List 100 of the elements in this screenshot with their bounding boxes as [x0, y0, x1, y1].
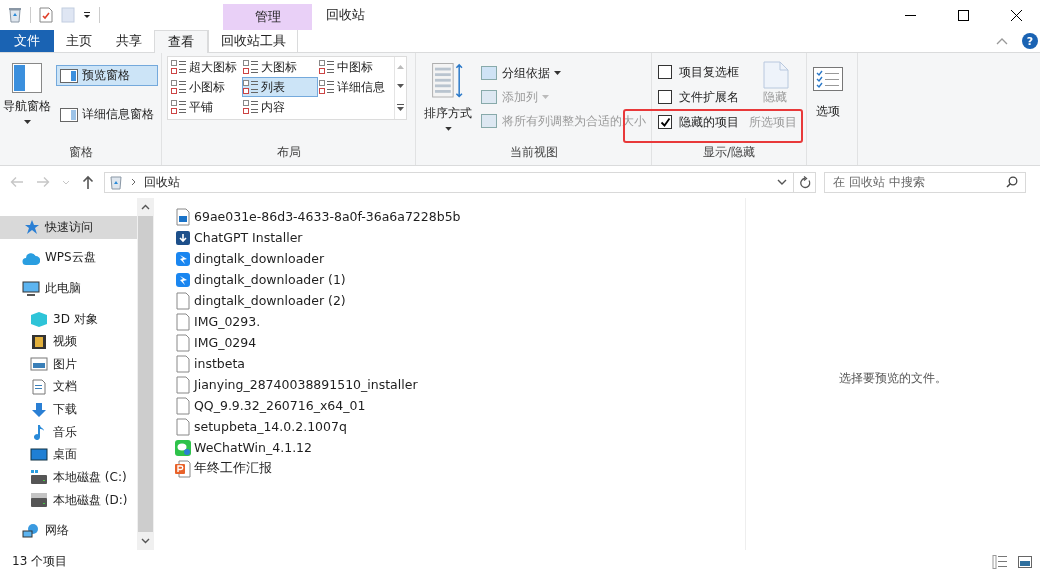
checkbox-option[interactable]: 隐藏的项目 [658, 111, 739, 133]
layout-option[interactable]: 中图标 [318, 57, 394, 77]
download-icon [30, 401, 48, 418]
layout-option[interactable]: 小图标 [170, 77, 242, 97]
layout-option[interactable]: 内容 [242, 97, 318, 117]
checkbox[interactable] [658, 90, 672, 104]
contextual-tab-header: 管理 [223, 4, 312, 30]
file-item[interactable]: Jianying_28740038891510_installer [175, 374, 745, 395]
ppt-icon [175, 459, 191, 478]
nav-item[interactable]: 视频 [0, 330, 137, 354]
file-item[interactable]: setupbeta_14.0.2.1007q [175, 416, 745, 437]
ribbon-tab[interactable]: 回收站工具 [208, 30, 298, 52]
nav-item[interactable]: 图片 [0, 353, 137, 376]
ribbon-tab[interactable]: 文件 [0, 30, 54, 52]
file-item[interactable]: dingtalk_downloader (1) [175, 269, 745, 290]
nav-item[interactable]: 此电脑 [0, 277, 137, 300]
refresh-button[interactable] [794, 171, 816, 193]
minimize-icon[interactable] [905, 14, 916, 16]
scroll-down-icon[interactable] [397, 84, 404, 89]
nav-item[interactable]: 本地磁盘 (D:) [0, 488, 137, 512]
scroll-up-icon[interactable] [141, 204, 150, 210]
blank-file-icon [175, 396, 191, 415]
file-item[interactable]: QQ_9.9.32_260716_x64_01 [175, 395, 745, 416]
sort-by-button[interactable]: 排序方式 [420, 61, 476, 133]
caret-icon [554, 71, 561, 75]
nav-item[interactable]: 文档 [0, 375, 137, 399]
file-item[interactable]: ChatGPT Installer [175, 227, 745, 248]
navigation-pane-icon [12, 63, 42, 93]
pane-icon [60, 68, 78, 83]
search-field[interactable]: 在 回收站 中搜索 [824, 171, 1026, 193]
scrollbar[interactable] [137, 198, 154, 550]
nav-item[interactable]: 音乐 [0, 420, 137, 444]
layout-option[interactable]: 详细信息 [318, 77, 394, 97]
options-button[interactable]: 选项 [807, 61, 849, 133]
nav-item[interactable]: WPS云盘 [0, 246, 137, 270]
layout-option[interactable]: 大图标 [242, 57, 318, 77]
file-item[interactable]: 年终工作汇报 [175, 458, 745, 479]
group-label: 窗格 [68, 143, 93, 161]
file-item[interactable]: dingtalk_downloader [175, 248, 745, 269]
layout-option[interactable]: 平铺 [170, 97, 242, 117]
chevron-icon [131, 178, 136, 186]
installer-icon [175, 228, 191, 247]
details-view-icon[interactable] [992, 554, 1008, 569]
details-pane-button[interactable]: 详细信息窗格 [56, 104, 158, 125]
preview-pane-button[interactable]: 预览窗格 [56, 65, 158, 86]
preview-message: 选择要预览的文件。 [839, 370, 947, 386]
blank-file-icon [175, 417, 191, 436]
nav-item[interactable]: 桌面 [0, 443, 137, 467]
file-item[interactable]: 69ae031e-86d3-4633-8a0f-36a6a7228b5b [175, 206, 745, 227]
address-bar[interactable]: 回收站 [104, 171, 794, 193]
hidden-file-icon [763, 61, 789, 89]
file-item[interactable]: instbeta [175, 353, 745, 374]
maximize-icon[interactable] [958, 9, 969, 21]
pane-icon [60, 107, 78, 122]
view-layout-icon [171, 100, 186, 114]
options-icon [813, 67, 843, 91]
close-icon[interactable] [1011, 9, 1022, 21]
file-item[interactable]: WeChatWin_4.1.12 [175, 437, 745, 458]
collapse-ribbon-icon[interactable] [996, 37, 1008, 45]
expand-gallery-icon[interactable] [397, 104, 404, 112]
layout-option[interactable]: 列表 [242, 77, 318, 97]
layout-option[interactable]: 超大图标 [170, 57, 242, 77]
properties-icon[interactable] [39, 7, 53, 23]
nav-item[interactable]: 下载 [0, 398, 137, 421]
group-label: 当前视图 [509, 143, 558, 161]
blank-file-icon [175, 354, 191, 373]
drive-icon [30, 492, 48, 508]
dropdown-caret-icon[interactable] [777, 179, 787, 185]
up-icon[interactable] [82, 175, 94, 189]
blank-file-icon [175, 312, 191, 331]
refresh-icon [798, 175, 811, 189]
desktop-icon [30, 446, 48, 463]
view-layout-icon [243, 60, 258, 74]
view-command[interactable]: 分组依据 [476, 62, 650, 84]
caret-icon [23, 120, 31, 124]
nav-item[interactable]: 网络 [0, 519, 137, 542]
ribbon-tab[interactable]: 查看 [154, 30, 208, 53]
view-layout-icon [171, 80, 186, 94]
film-icon [30, 333, 48, 350]
checkbox[interactable] [658, 65, 672, 79]
customize-caret-icon[interactable] [83, 11, 91, 19]
group-label: 布局 [276, 143, 301, 161]
item-count: 13 个项目 [12, 553, 68, 570]
large-icons-view-icon[interactable] [1018, 555, 1032, 568]
help-button[interactable]: ? [1022, 33, 1038, 49]
nav-item[interactable]: 本地磁盘 (C:) [0, 466, 137, 489]
caret-icon [444, 127, 452, 131]
file-item[interactable]: IMG_0293. [175, 311, 745, 332]
nav-item[interactable]: 3D 对象 [0, 307, 137, 331]
checkbox[interactable] [658, 115, 672, 129]
checkbox-option[interactable]: 文件扩展名 [658, 86, 739, 108]
navigation-pane-button[interactable]: 导航窗格 [0, 61, 54, 133]
file-item[interactable]: IMG_0294 [175, 332, 745, 353]
blank-file-icon [175, 291, 191, 310]
file-item[interactable]: dingtalk_downloader (2) [175, 290, 745, 311]
nav-item[interactable]: 快速访问 [0, 216, 137, 239]
scroll-down-icon[interactable] [141, 538, 150, 544]
recycle-bin-icon [109, 174, 123, 190]
checkbox-option[interactable]: 项目复选框 [658, 61, 739, 83]
monitor-icon [22, 280, 40, 297]
